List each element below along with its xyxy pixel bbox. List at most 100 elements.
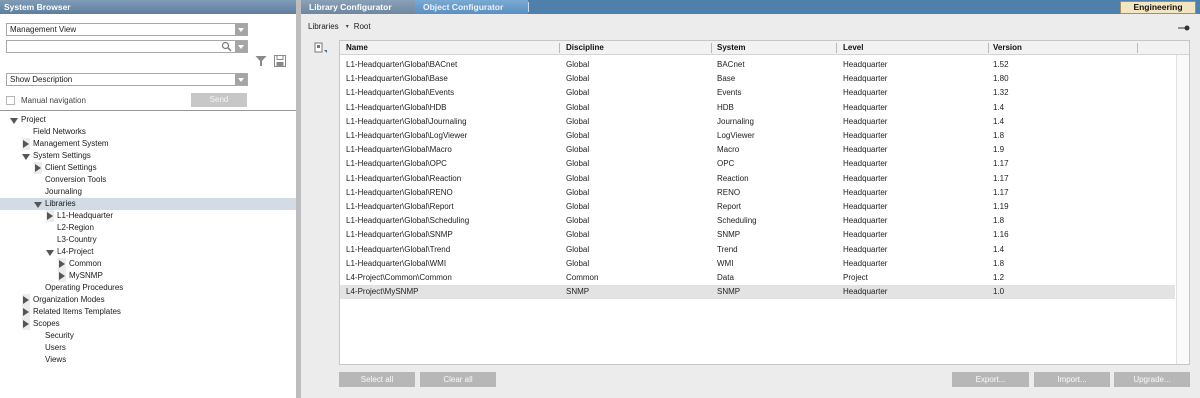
vertical-scrollbar[interactable] <box>1176 55 1189 364</box>
table-row[interactable]: L1-Headquarter\Global\Reaction Global Reac… <box>340 172 1175 186</box>
cell-system: Journaling <box>717 116 754 126</box>
expanded-arrow-icon[interactable] <box>22 150 30 162</box>
column-divider[interactable] <box>836 43 837 53</box>
system-tree: Project Field Networks Management System Sy… <box>0 114 296 366</box>
collapsed-arrow-icon[interactable] <box>22 318 30 330</box>
tree-node[interactable]: Security <box>0 330 296 342</box>
table-row[interactable]: L1-Headquarter\Global\BACnet Global BACnet… <box>340 58 1175 72</box>
chevron-down-icon[interactable] <box>235 41 247 52</box>
tree-node[interactable]: Libraries <box>0 198 296 210</box>
table-row[interactable]: L1-Headquarter\Global\Scheduling Global Sc… <box>340 214 1175 228</box>
column-header-version[interactable]: Version <box>990 41 1022 55</box>
tree-node[interactable]: Conversion Tools <box>0 174 296 186</box>
upgrade-button[interactable]: Upgrade... <box>1114 372 1190 387</box>
tree-node[interactable]: Client Settings <box>0 162 296 174</box>
cell-system: BACnet <box>717 60 745 69</box>
tree-node[interactable]: Users <box>0 342 296 354</box>
table-row[interactable]: L4-Project\MySNMP SNMP SNMP Headquarter 1.0 <box>340 285 1175 300</box>
table-row[interactable]: L1-Headquarter\Global\WMI Global WMI Headqu… <box>340 257 1175 271</box>
tab-library-configurator[interactable]: Library Configurator <box>301 0 415 14</box>
tree-node[interactable]: Common <box>0 258 296 270</box>
filter-icon[interactable] <box>255 55 267 67</box>
cell-version: 1.8 <box>993 131 1005 140</box>
chevron-down-icon[interactable] <box>235 24 247 35</box>
tree-node[interactable]: Related Items Templates <box>0 306 296 318</box>
table-row[interactable]: L1-Headquarter\Global\SNMP Global SNMP Head… <box>340 228 1175 242</box>
table-row[interactable]: L1-Headquarter\Global\Trend Global Trend He… <box>340 243 1175 257</box>
table-row[interactable]: L1-Headquarter\Global\RENO Global RENO Head… <box>340 186 1175 200</box>
expanded-arrow-icon[interactable] <box>10 114 18 126</box>
tree-node[interactable]: Field Networks <box>0 126 296 138</box>
column-divider[interactable] <box>559 43 560 53</box>
tree-node[interactable]: Operating Procedures <box>0 282 296 294</box>
cell-discipline: SNMP <box>566 287 590 297</box>
column-header-name[interactable]: Name <box>343 41 368 55</box>
chevron-down-icon[interactable] <box>235 74 247 85</box>
tree-node[interactable]: Scopes <box>0 318 296 330</box>
description-select[interactable]: Show Description <box>6 73 248 86</box>
table-row[interactable]: L1-Headquarter\Global\Journaling Global Jo… <box>340 115 1175 129</box>
column-divider[interactable] <box>1137 43 1138 53</box>
table-row[interactable]: L1-Headquarter\Global\HDB Global HDB Headqu… <box>340 101 1175 115</box>
manual-navigation-row: Manual navigation <box>6 94 86 106</box>
table-row[interactable]: L4-Project\Common\Common Common Data Projec… <box>340 271 1175 285</box>
table-row[interactable]: L1-Headquarter\Global\Events Global Events… <box>340 86 1175 100</box>
collapsed-arrow-icon[interactable] <box>58 270 66 282</box>
collapsed-arrow-icon[interactable] <box>58 258 66 270</box>
cell-discipline: Global <box>566 102 590 112</box>
import-button[interactable]: Import... <box>1034 372 1110 387</box>
tree-node-label: Management System <box>33 139 109 148</box>
expanded-arrow-icon[interactable] <box>34 198 42 210</box>
tree-node[interactable]: Management System <box>0 138 296 150</box>
column-header-discipline[interactable]: Discipline <box>563 41 604 55</box>
tree-node[interactable]: Organization Modes <box>0 294 296 306</box>
tree-node[interactable]: System Settings <box>0 150 296 162</box>
tree-node[interactable]: L2-Region <box>0 222 296 234</box>
select-all-button[interactable]: Select all <box>339 372 415 387</box>
tree-node[interactable]: Project <box>0 114 296 126</box>
expanded-arrow-icon[interactable] <box>46 246 54 258</box>
column-header-system[interactable]: System <box>714 41 745 55</box>
cell-name: L1-Headquarter\Global\Base <box>346 74 448 84</box>
collapsed-arrow-icon[interactable] <box>22 306 30 318</box>
engineering-button[interactable]: Engineering <box>1120 1 1196 14</box>
table-row[interactable]: L1-Headquarter\Global\Macro Global Macro He… <box>340 143 1175 157</box>
collapsed-arrow-icon[interactable] <box>22 294 30 306</box>
tree-node-label: L1-Headquarter <box>57 211 114 220</box>
cell-discipline: Global <box>566 74 590 84</box>
tree-node[interactable]: MySNMP <box>0 270 296 282</box>
collapsed-arrow-icon[interactable] <box>46 210 54 222</box>
tree-node[interactable]: L1-Headquarter <box>0 210 296 222</box>
tree-node-label: Related Items Templates <box>33 307 121 316</box>
table-row[interactable]: L1-Headquarter\Global\Report Global Report… <box>340 200 1175 214</box>
column-divider[interactable] <box>988 43 989 53</box>
collapsed-arrow-icon[interactable] <box>22 138 30 150</box>
library-node-icon[interactable] <box>314 42 328 54</box>
view-select[interactable]: Management View <box>6 23 248 36</box>
breadcrumb-root[interactable]: Root <box>354 21 371 33</box>
cell-discipline: Global <box>566 88 590 98</box>
clear-all-button[interactable]: Clear all <box>420 372 496 387</box>
column-header-level[interactable]: Level <box>840 41 863 55</box>
table-row[interactable]: L1-Headquarter\Global\Base Global Base Head… <box>340 72 1175 86</box>
send-button[interactable]: Send <box>191 93 247 107</box>
manual-navigation-checkbox[interactable] <box>6 95 15 105</box>
tab-object-configurator[interactable]: Object Configurator <box>415 0 528 14</box>
tree-node[interactable]: L4-Project <box>0 246 296 258</box>
table-row[interactable]: L1-Headquarter\Global\OPC Global OPC Headqu… <box>340 157 1175 171</box>
save-icon[interactable] <box>274 55 286 67</box>
tree-node-label: L3-Country <box>57 235 97 244</box>
export-button[interactable]: Export... <box>952 372 1029 387</box>
search-icon[interactable] <box>221 41 232 52</box>
search-input[interactable] <box>6 40 248 53</box>
cell-version: 1.8 <box>993 258 1005 268</box>
tree-node[interactable]: L3-Country <box>0 234 296 246</box>
table-row[interactable]: L1-Headquarter\Global\LogViewer Global Log… <box>340 129 1175 143</box>
breadcrumb-libraries[interactable]: Libraries <box>308 21 339 33</box>
collapsed-arrow-icon[interactable] <box>34 162 42 174</box>
column-divider[interactable] <box>711 43 712 53</box>
pin-icon[interactable] <box>1178 24 1190 32</box>
tree-node[interactable]: Journaling <box>0 186 296 198</box>
manual-navigation-label: Manual navigation <box>21 95 86 105</box>
tree-node[interactable]: Views <box>0 354 296 366</box>
